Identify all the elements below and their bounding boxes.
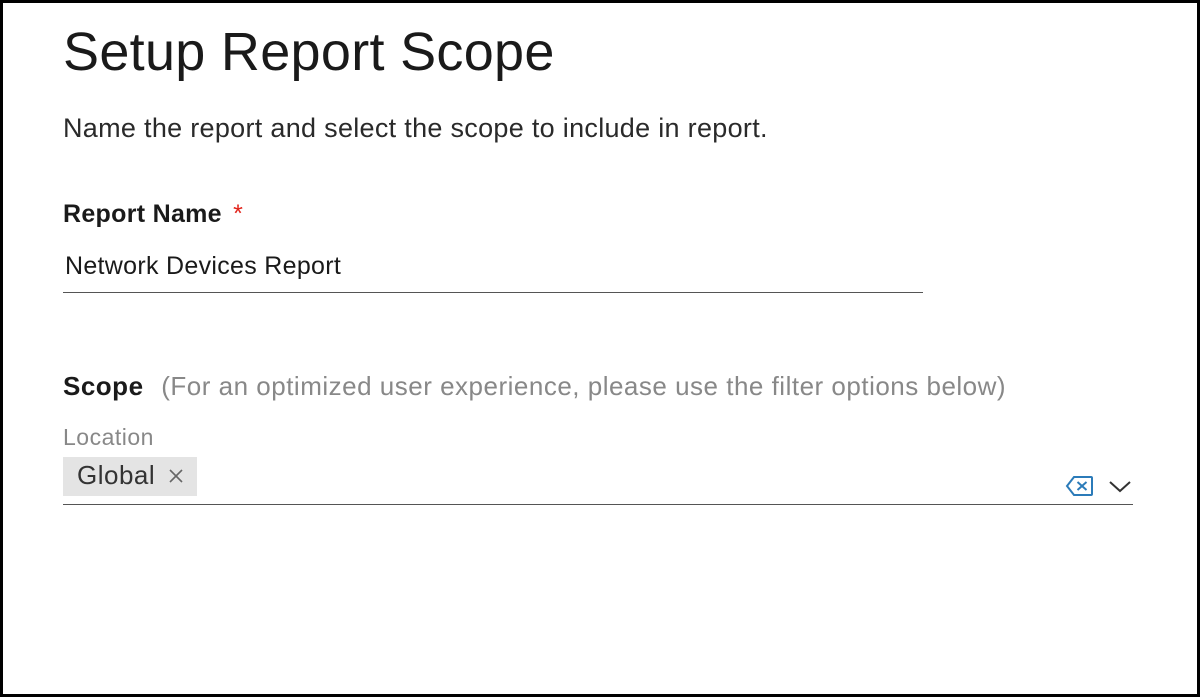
- location-chip-label: Global: [77, 460, 155, 491]
- setup-report-scope-panel: Setup Report Scope Name the report and s…: [0, 0, 1200, 697]
- required-asterisk: *: [233, 200, 243, 228]
- location-input[interactable]: Global: [63, 457, 1133, 505]
- chevron-down-icon[interactable]: [1107, 478, 1133, 494]
- scope-label: Scope: [63, 371, 144, 401]
- clear-all-icon[interactable]: [1065, 474, 1093, 498]
- location-row-icons: [1065, 474, 1133, 498]
- location-chip: Global: [63, 457, 197, 496]
- report-name-label: Report Name: [63, 200, 222, 228]
- location-label: Location: [63, 424, 1137, 451]
- report-name-input-wrap: [63, 245, 923, 293]
- report-name-input[interactable]: [63, 251, 927, 282]
- scope-hint: (For an optimized user experience, pleas…: [161, 371, 1006, 401]
- scope-section: Scope (For an optimized user experience,…: [63, 371, 1137, 505]
- scope-label-row: Scope (For an optimized user experience,…: [63, 371, 1137, 402]
- instruction-text: Name the report and select the scope to …: [63, 113, 1137, 144]
- close-icon[interactable]: [167, 467, 185, 485]
- report-name-label-row: Report Name *: [63, 200, 1137, 229]
- page-title: Setup Report Scope: [63, 21, 1137, 83]
